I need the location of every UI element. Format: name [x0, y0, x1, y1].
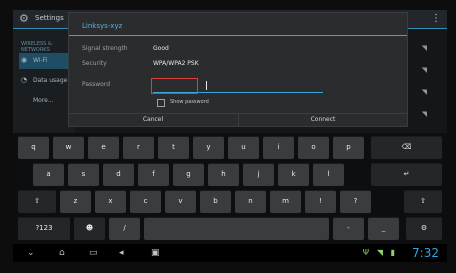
key-f[interactable]: f — [138, 163, 169, 186]
key-z[interactable]: z — [60, 190, 91, 213]
key-m[interactable]: m — [270, 190, 301, 213]
key-underscore[interactable]: _ — [368, 217, 399, 240]
home-icon[interactable]: ⌂ — [59, 247, 65, 259]
sidebar-item-wifi[interactable]: ◉ Wi-Fi — [19, 53, 73, 69]
usb-icon: Ψ — [362, 248, 369, 257]
spacebar-key[interactable] — [144, 217, 329, 240]
sidebar-item-label: Data usage — [33, 77, 68, 84]
wifi-signal-icon: ◥ — [421, 110, 427, 118]
emoji-key[interactable]: ☻ — [74, 217, 105, 240]
soft-keyboard: q w e r t y u i o p ⌫ a s d f g h j k l … — [13, 133, 447, 244]
signal-strength-label: Signal strength — [82, 45, 128, 52]
key-o[interactable]: o — [298, 136, 329, 159]
left-pane-header: WIRELESS & NETWORKS — [21, 41, 52, 53]
key-h[interactable]: h — [208, 163, 239, 186]
key-b[interactable]: b — [200, 190, 231, 213]
key-u[interactable]: u — [228, 136, 259, 159]
key-j[interactable]: j — [243, 163, 274, 186]
volume-icon[interactable]: ▣ — [151, 247, 160, 259]
symbols-key[interactable]: ?123 — [18, 217, 70, 240]
shift-key-right[interactable]: ⇧ — [404, 190, 442, 213]
key-question[interactable]: ? — [340, 190, 371, 213]
wifi-signal-icon: ◥ — [421, 66, 427, 74]
dialog-title: Linksys-xyz — [82, 22, 123, 30]
backspace-key[interactable]: ⌫ — [371, 136, 442, 159]
sidebar-item-label: More... — [33, 97, 54, 104]
overflow-menu-icon[interactable]: ⋮ — [431, 13, 441, 25]
sidebar-item-label: Wi-Fi — [33, 57, 48, 64]
key-y[interactable]: y — [193, 136, 224, 159]
shift-key-left[interactable]: ⇧ — [18, 190, 56, 213]
key-dash[interactable]: - — [333, 217, 364, 240]
key-d[interactable]: d — [103, 163, 134, 186]
wifi-status-icon: ◥ — [376, 248, 383, 257]
security-label: Security — [82, 60, 107, 67]
signal-strength-value: Good — [153, 45, 169, 52]
screenshot-icon[interactable]: ◂ — [119, 247, 124, 259]
system-nav-bar: ⌄ ⌂ ▭ ◂ ▣ Ψ ◥ ▮ 7:32 — [13, 244, 447, 262]
security-value: WPA/WPA2 PSK — [153, 60, 199, 67]
key-p[interactable]: p — [333, 136, 364, 159]
key-exclamation[interactable]: ! — [305, 190, 336, 213]
enter-key[interactable]: ↵ — [371, 163, 442, 186]
recent-apps-icon[interactable]: ▭ — [89, 247, 98, 259]
show-password-label: Show password — [170, 99, 209, 105]
key-slash[interactable]: / — [109, 217, 140, 240]
tablet-screen: ⚙ Settings ⋮ WIRELESS & NETWORKS ◉ Wi-Fi… — [13, 10, 447, 262]
key-w[interactable]: w — [53, 136, 84, 159]
key-a[interactable]: a — [33, 163, 64, 186]
password-input-highlight — [151, 78, 198, 94]
show-password-checkbox[interactable] — [157, 99, 165, 107]
key-q[interactable]: q — [18, 136, 49, 159]
key-g[interactable]: g — [173, 163, 204, 186]
app-title: Settings — [35, 14, 64, 22]
cancel-button[interactable]: Cancel — [69, 114, 237, 126]
data-usage-icon: ◔ — [21, 76, 28, 84]
wifi-signal-icon: ◥ — [421, 88, 427, 96]
key-s[interactable]: s — [68, 163, 99, 186]
sidebar-item-more[interactable]: More... — [19, 93, 73, 109]
battery-icon: ▮ — [390, 248, 395, 257]
key-t[interactable]: t — [158, 136, 189, 159]
connect-button[interactable]: Connect — [239, 114, 407, 126]
key-c[interactable]: c — [130, 190, 161, 213]
wifi-connect-dialog: Linksys-xyz Signal strength Good Securit… — [68, 12, 408, 127]
sidebar-item-data-usage[interactable]: ◔ Data usage — [19, 73, 73, 89]
dialog-title-divider — [69, 35, 407, 36]
password-label: Password — [82, 81, 111, 88]
settings-gear-icon: ⚙ — [19, 12, 29, 25]
status-clock: 7:32 — [412, 246, 439, 260]
key-x[interactable]: x — [95, 190, 126, 213]
back-icon[interactable]: ⌄ — [27, 247, 35, 259]
key-k[interactable]: k — [278, 163, 309, 186]
settings-left-pane: WIRELESS & NETWORKS ◉ Wi-Fi ◔ Data usage… — [13, 29, 75, 139]
key-i[interactable]: i — [263, 136, 294, 159]
wifi-icon: ◉ — [21, 56, 28, 64]
text-cursor — [206, 81, 207, 90]
key-r[interactable]: r — [123, 136, 154, 159]
key-v[interactable]: v — [165, 190, 196, 213]
key-n[interactable]: n — [235, 190, 266, 213]
key-e[interactable]: e — [88, 136, 119, 159]
wifi-signal-icon: ◥ — [421, 44, 427, 52]
keyboard-settings-key[interactable]: ⚙ — [406, 217, 442, 240]
key-l[interactable]: l — [313, 163, 344, 186]
